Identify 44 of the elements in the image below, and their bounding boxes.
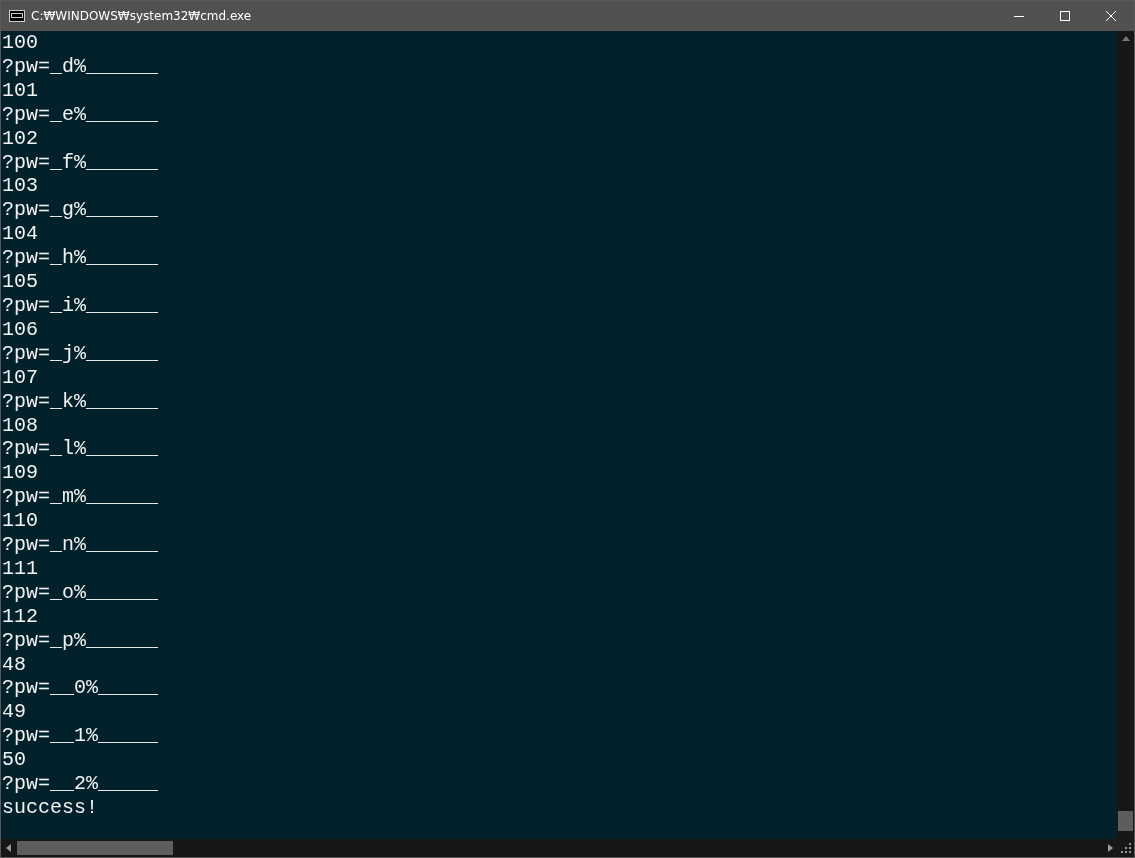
- console-line: 105: [2, 270, 38, 294]
- console-line: ?pw=_m%______: [2, 485, 159, 510]
- console-line: ?pw=_h%______: [2, 246, 159, 271]
- scroll-up-icon[interactable]: [1121, 36, 1130, 41]
- console-line: 100: [2, 31, 38, 55]
- console-line: ?pw=_f%______: [2, 150, 159, 175]
- console-line: 108: [2, 413, 38, 438]
- vertical-scrollbar[interactable]: [1117, 31, 1134, 839]
- console-line: 109: [2, 461, 38, 486]
- console-line: ?pw=_e%______: [2, 102, 159, 127]
- console-line: 106: [2, 317, 38, 342]
- console-line: 104: [2, 222, 38, 247]
- console-line: ?pw=_i%______: [2, 293, 159, 318]
- console-line: ?pw=_o%______: [2, 580, 159, 605]
- console-line: ?pw=_n%______: [2, 533, 159, 557]
- console-line: ?pw=__2%_____: [2, 772, 159, 796]
- scroll-thumb[interactable]: [1118, 811, 1133, 831]
- console-line: 110: [2, 509, 38, 534]
- console-line: ?pw=_j%______: [2, 341, 159, 366]
- console-line: ?pw=_k%______: [2, 389, 159, 414]
- maximize-icon[interactable]: [1059, 10, 1071, 22]
- close-icon[interactable]: [1105, 10, 1117, 22]
- console-line: 102: [2, 126, 38, 151]
- console-line: ?pw=_l%______: [2, 437, 159, 462]
- scroll-thumb[interactable]: [17, 841, 173, 855]
- console-line: 49: [2, 700, 26, 725]
- console-line: ?pw=_p%______: [2, 628, 159, 653]
- console-line: ?pw=_g%______: [2, 198, 159, 223]
- console-line: 48: [2, 652, 26, 677]
- console-line: ?pw=_d%______: [2, 54, 159, 79]
- console-line: ?pw=__0%_____: [2, 676, 159, 701]
- scroll-left-icon[interactable]: [6, 844, 11, 852]
- resize-grip-icon[interactable]: [1121, 843, 1131, 853]
- console-line: 50: [2, 748, 26, 773]
- console-icon: [9, 10, 25, 22]
- console-line: success!: [2, 796, 98, 820]
- console-line: 112: [2, 604, 38, 629]
- scroll-right-icon[interactable]: [1108, 844, 1113, 852]
- console-line: 107: [2, 365, 38, 390]
- console-line: ?pw=__1%_____: [2, 724, 159, 749]
- window-title: C:₩WINDOWS₩system32₩cmd.exe: [31, 9, 252, 23]
- console-line: 101: [2, 78, 38, 103]
- console-line: 103: [2, 174, 38, 199]
- console-line: 111: [2, 556, 38, 581]
